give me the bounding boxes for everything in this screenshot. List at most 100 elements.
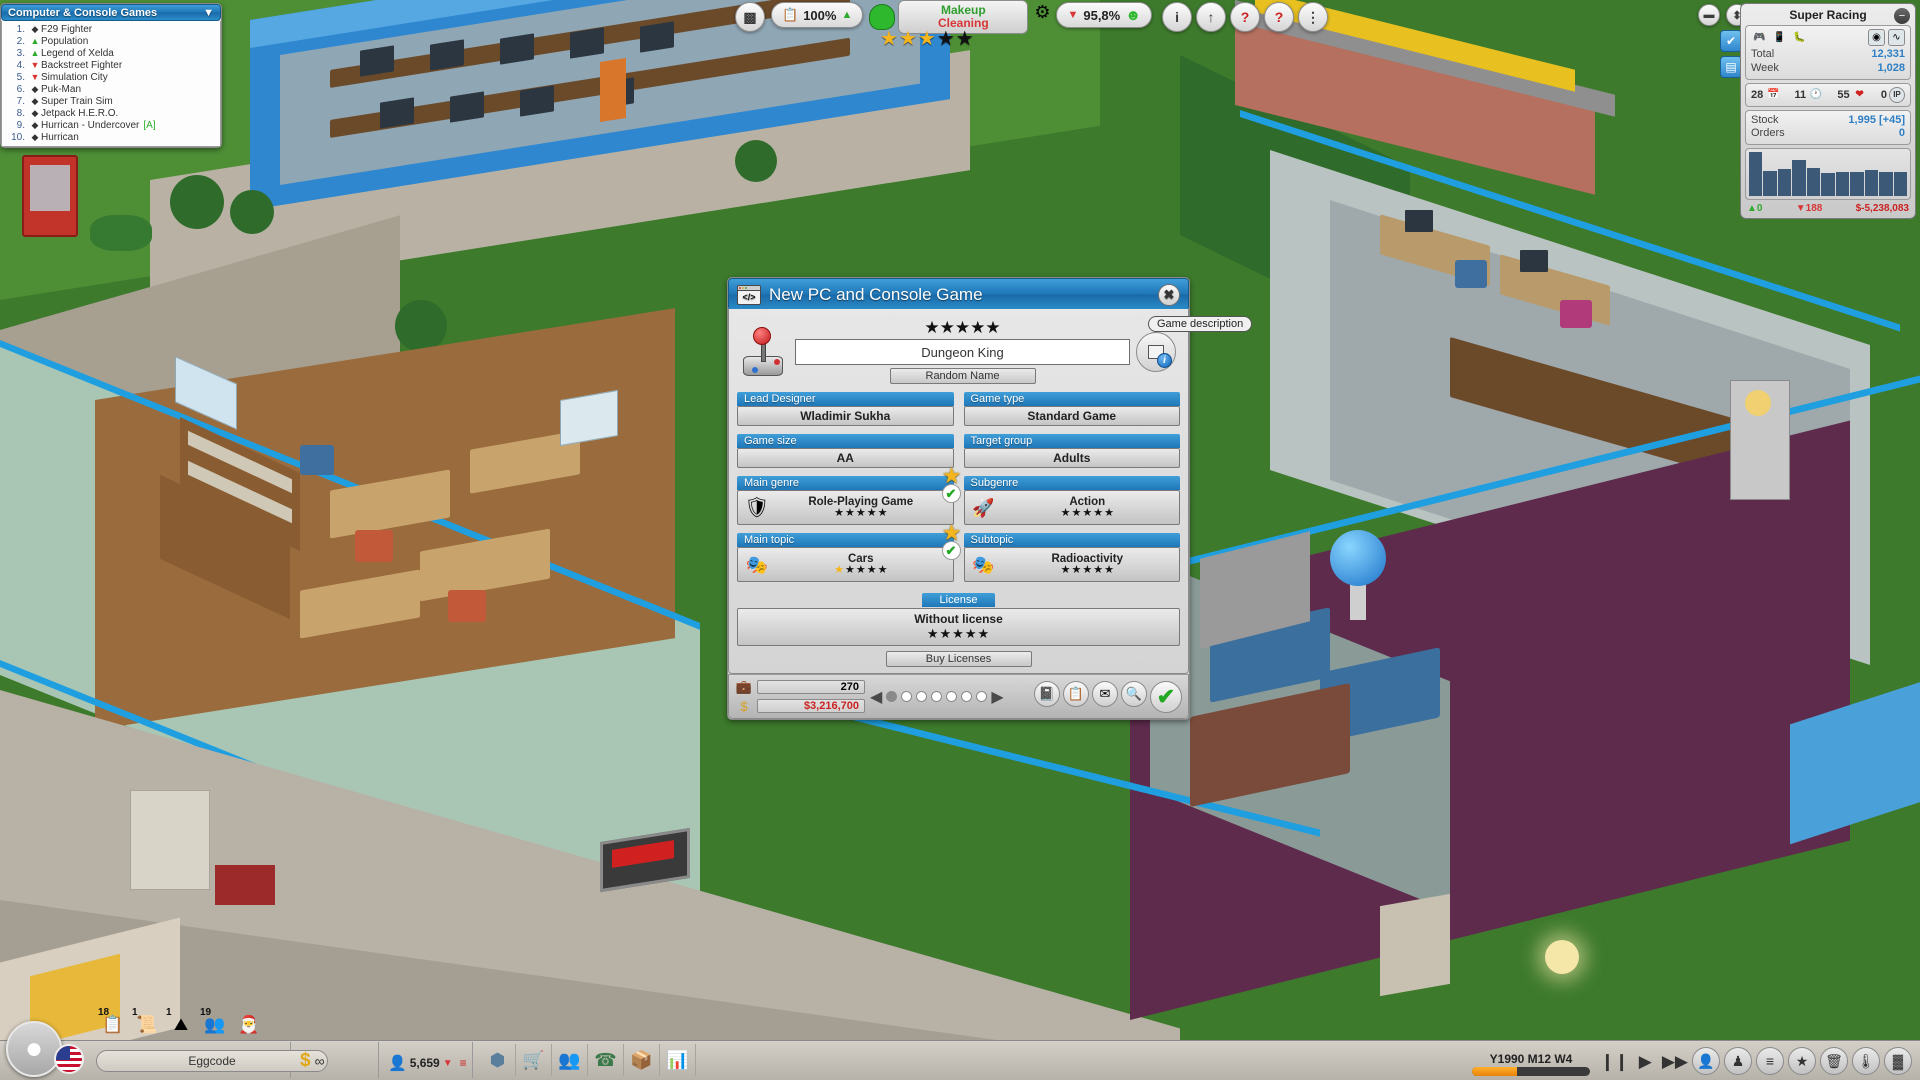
list-item[interactable]: 6. ◆ Puk-Man bbox=[2, 83, 220, 95]
random-name-button[interactable]: Random Name bbox=[889, 368, 1036, 384]
fans-display[interactable]: 👤 5,659 ▼ ≡ bbox=[388, 1054, 467, 1072]
list-item[interactable]: 2. ▲ Population bbox=[2, 35, 220, 47]
bottom-toolbar[interactable]: ⬢ 🛒 👥 ☎ 📦 📊 bbox=[480, 1044, 696, 1076]
playback-controls[interactable]: ❙❙ ▶ ▶▶ bbox=[1600, 1052, 1688, 1072]
game-charts-header[interactable]: Computer & Console Games ▼ bbox=[1, 4, 221, 21]
play-button[interactable]: ▶ bbox=[1639, 1052, 1652, 1072]
subtopic-field[interactable]: Subtopic 🎭 Radioactivity ★ ★ ★ ★ ★ bbox=[963, 533, 1180, 582]
main-topic-value-button[interactable]: 🎭 Cars ★ ★ ★ ★ ★ ✔ bbox=[737, 541, 961, 582]
product-stats-panel[interactable]: − Super Racing 🎮 📱 🐛 ◉ ∿ Total 12,331 Wee… bbox=[1740, 3, 1916, 219]
office-chair-button[interactable]: ♟ bbox=[1724, 1047, 1752, 1075]
main-topic-field[interactable]: ★ Main topic 🎭 Cars ★ ★ ★ ★ ★ ✔ bbox=[737, 520, 962, 582]
game-size-field[interactable]: Game size AA bbox=[737, 434, 954, 468]
report-icon[interactable]: 📜 1 bbox=[132, 1007, 160, 1038]
game-charts-list[interactable]: 1. ◆ F29 Fighter 2. ▲ Population 3. ▲ Le… bbox=[1, 21, 221, 147]
page-dot[interactable] bbox=[946, 691, 958, 702]
graph-icon[interactable]: ∿ bbox=[1888, 29, 1905, 46]
list-item[interactable]: 3. ▲ Legend of Xelda bbox=[2, 47, 220, 59]
delete-button[interactable]: 🗑 bbox=[1820, 1047, 1848, 1075]
chevron-down-icon[interactable]: ▼ bbox=[203, 7, 214, 19]
bar-chart-icon[interactable]: ▩ bbox=[735, 2, 765, 32]
more-options-button[interactable]: ⋮ bbox=[1298, 2, 1329, 32]
person-button[interactable]: 👤 bbox=[1692, 1047, 1720, 1075]
eggcode-logo-icon[interactable]: ● bbox=[6, 1021, 62, 1077]
lead-designer-value[interactable]: Wladimir Sukha bbox=[737, 406, 954, 426]
dialog-titlebar[interactable]: </> New PC and Console Game ✖ bbox=[728, 278, 1189, 311]
fast-forward-button[interactable]: ▶▶ bbox=[1662, 1052, 1688, 1072]
game-size-value[interactable]: AA bbox=[737, 448, 954, 468]
checklist-toggle-button[interactable]: ✔ bbox=[1720, 30, 1742, 52]
shipping-button[interactable]: 📦 bbox=[624, 1044, 660, 1076]
list-item[interactable]: 10. ◆ Hurrican bbox=[2, 131, 220, 143]
list-item[interactable]: 8. ◆ Jetpack H.E.R.O. bbox=[2, 107, 220, 119]
lead-designer-field[interactable]: Lead Designer Wladimir Sukha bbox=[737, 392, 954, 426]
game-date-display[interactable]: Y1990 M12 W4 bbox=[1472, 1052, 1590, 1076]
game-charts-panel[interactable]: Computer & Console Games ▼ 1. ◆ F29 Figh… bbox=[0, 3, 222, 148]
mail-button[interactable]: ✉ bbox=[1092, 680, 1118, 707]
target-group-value[interactable]: Adults bbox=[963, 448, 1180, 468]
usa-flag-icon[interactable] bbox=[54, 1044, 84, 1074]
satisfaction-indicator[interactable]: ▼ 95,8% ☻ bbox=[1056, 2, 1153, 28]
game-description-button[interactable]: i bbox=[1136, 331, 1176, 372]
help-person-button[interactable]: ? bbox=[1264, 2, 1295, 32]
subgenre-field[interactable]: Subgenre 🚀 Action ★ ★ ★ ★ ★ bbox=[963, 476, 1180, 525]
page-dot[interactable] bbox=[886, 691, 898, 702]
minimize-bar-button[interactable]: ▬ bbox=[1698, 4, 1720, 26]
company-name-field[interactable]: Eggcode bbox=[96, 1050, 328, 1072]
buy-licenses-button[interactable]: Buy Licenses bbox=[885, 651, 1032, 667]
document-button[interactable]: ≡ bbox=[1756, 1047, 1784, 1075]
santa-icon[interactable]: 🎅 bbox=[236, 1012, 262, 1038]
achievement-icon[interactable]: ⛰ 1 bbox=[166, 1007, 194, 1038]
phone-button[interactable]: ☎ bbox=[588, 1044, 624, 1076]
page-dot[interactable] bbox=[961, 691, 973, 702]
wall-button[interactable]: ▓ bbox=[1884, 1047, 1912, 1075]
subtopic-value-button[interactable]: 🎭 Radioactivity ★ ★ ★ ★ ★ bbox=[963, 547, 1180, 582]
clipboard-button[interactable]: 📋 bbox=[1063, 680, 1089, 707]
research-button[interactable]: 🔍 bbox=[1121, 680, 1147, 707]
temperature-button[interactable]: 🌡 bbox=[1852, 1047, 1880, 1075]
close-icon[interactable]: ✖ bbox=[1158, 283, 1180, 306]
notebook-button[interactable]: 📓 bbox=[1034, 680, 1060, 707]
game-type-field[interactable]: Game type Standard Game bbox=[963, 392, 1180, 426]
build-mode-button[interactable]: ⬢ bbox=[480, 1044, 516, 1076]
target-group-field[interactable]: Target group Adults bbox=[963, 434, 1180, 468]
money-display[interactable]: $ ∞ bbox=[300, 1050, 325, 1072]
list-item[interactable]: 4. ▼ Backstreet Fighter bbox=[2, 59, 220, 71]
license-value-button[interactable]: Without license ★★★★★ bbox=[737, 608, 1180, 646]
list-item[interactable]: 9. ◆ Hurrican - Undercover [A] bbox=[2, 119, 220, 131]
notification-badges[interactable]: 📋 18 📜 1 ⛰ 1 👥 19 🎅 bbox=[98, 1007, 262, 1038]
prev-page-button[interactable]: ◀ bbox=[870, 687, 882, 707]
add-character-icon[interactable] bbox=[869, 4, 896, 30]
staff-icon[interactable]: 👥 19 bbox=[200, 1007, 228, 1038]
main-genre-value-button[interactable]: 🛡 Role-Playing Game ★ ★ ★ ★ ★ ✔ bbox=[737, 484, 961, 525]
page-dot[interactable] bbox=[901, 691, 913, 702]
side-toggle-buttons[interactable]: ✔ ▤ bbox=[1720, 30, 1742, 78]
page-dot[interactable] bbox=[916, 691, 928, 702]
pause-button[interactable]: ❙❙ bbox=[1600, 1052, 1629, 1072]
page-navigation[interactable]: ◀ ▶ bbox=[870, 687, 1004, 707]
next-page-button[interactable]: ▶ bbox=[991, 687, 1003, 707]
help-dice-button[interactable]: ? bbox=[1230, 2, 1261, 32]
layers-toggle-button[interactable]: ▤ bbox=[1720, 56, 1742, 78]
page-dot[interactable] bbox=[931, 691, 943, 702]
alert-bars-icon[interactable]: ≡ bbox=[460, 1056, 467, 1070]
list-item[interactable]: 5. ▼ Simulation City bbox=[2, 71, 220, 83]
upload-button[interactable]: ↑ bbox=[1196, 2, 1227, 32]
info-button[interactable]: i bbox=[1162, 2, 1193, 32]
shop-button[interactable]: 🛒 bbox=[516, 1044, 552, 1076]
favorites-button[interactable]: ★ bbox=[1788, 1047, 1816, 1075]
list-item[interactable]: 7. ◆ Super Train Sim bbox=[2, 95, 220, 107]
statistics-button[interactable]: 📊 bbox=[660, 1044, 696, 1076]
game-name-input[interactable] bbox=[795, 339, 1130, 365]
main-genre-field[interactable]: ★ Main genre 🛡 Role-Playing Game ★ ★ ★ ★ ★ ✔ bbox=[737, 463, 962, 525]
right-tool-buttons[interactable]: 👤 ♟ ≡ ★ 🗑 🌡 ▓ bbox=[1692, 1047, 1912, 1075]
game-type-value[interactable]: Standard Game bbox=[963, 406, 1180, 426]
staff-button[interactable]: 👥 bbox=[552, 1044, 588, 1076]
tasks-done-icon[interactable]: 📋 18 bbox=[98, 1007, 126, 1038]
list-item[interactable]: 1. ◆ F29 Fighter bbox=[2, 23, 220, 35]
page-dot[interactable] bbox=[976, 691, 988, 702]
subgenre-value-button[interactable]: 🚀 Action ★ ★ ★ ★ ★ bbox=[963, 490, 1180, 525]
top-toolbar[interactable]: ▩ 📋 100% ▲ Makeup Cleaning ⚙ ▼ 95,8% ☻ i… bbox=[735, 0, 1329, 34]
minimize-panel-button[interactable]: − bbox=[1894, 8, 1910, 24]
gears-blocked-icon[interactable]: ⚙ bbox=[1034, 2, 1050, 23]
